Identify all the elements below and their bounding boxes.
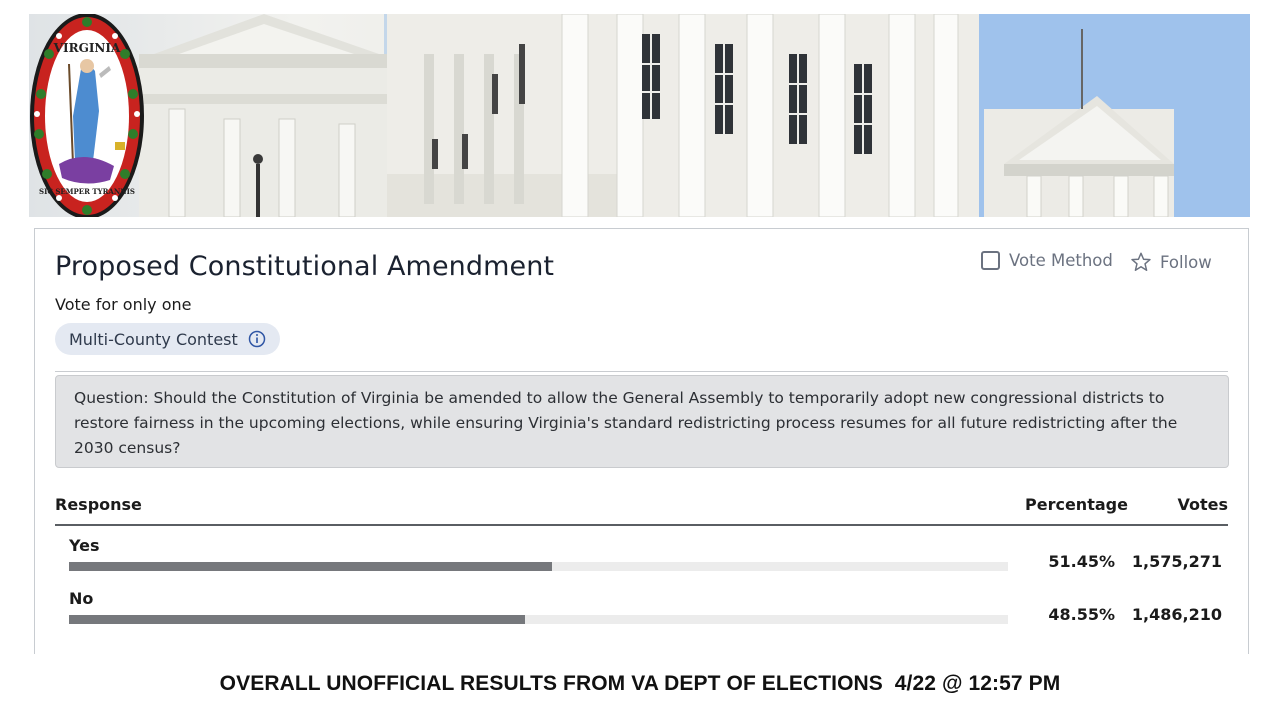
result-label: Yes xyxy=(69,536,100,555)
result-votes: 1,575,271 xyxy=(1131,552,1222,571)
header-response: Response xyxy=(55,495,142,514)
contest-title: Proposed Constitutional Amendment xyxy=(55,251,555,282)
follow-button[interactable]: Follow xyxy=(1130,251,1212,273)
result-votes: 1,486,210 xyxy=(1131,605,1222,624)
result-bar-fill xyxy=(69,615,525,624)
virginia-seal-icon: VIRGINIA SIC SEMPER TYRANNIS xyxy=(30,14,144,217)
seal-text-bottom: SIC SEMPER TYRANNIS xyxy=(39,187,135,196)
divider xyxy=(55,371,1228,372)
vote-method-label: Vote Method xyxy=(1009,251,1113,270)
capitol-building-image xyxy=(139,14,1250,217)
follow-label: Follow xyxy=(1160,252,1212,272)
result-bar-fill xyxy=(69,562,553,571)
footer-caption: OVERALL UNOFFICIAL RESULTS FROM VA DEPT … xyxy=(219,672,1061,695)
star-icon xyxy=(1131,252,1151,271)
result-row-yes: Yes 51.45% 1,575,271 xyxy=(35,536,1248,588)
vote-method-toggle[interactable]: Vote Method xyxy=(981,251,1113,270)
question-text: Question: Should the Constitution of Vir… xyxy=(74,389,1178,457)
header-percentage: Percentage xyxy=(1025,495,1128,514)
result-row-no: No 48.55% 1,486,210 xyxy=(35,589,1248,641)
header-votes: Votes xyxy=(1177,495,1228,514)
vote-for-label: Vote for only one xyxy=(55,295,192,314)
result-bar-track xyxy=(69,615,1008,624)
seal-text-top: VIRGINIA xyxy=(53,41,121,55)
question-box: Question: Should the Constitution of Vir… xyxy=(55,375,1229,468)
info-icon[interactable] xyxy=(248,330,266,348)
result-percentage: 48.55% xyxy=(1048,605,1115,624)
chip-label: Multi-County Contest xyxy=(69,329,238,349)
header-banner: VIRGINIA SIC SEMPER TYRANNIS xyxy=(29,14,1250,217)
result-percentage: 51.45% xyxy=(1048,552,1115,571)
result-bar-track xyxy=(69,562,1008,571)
contest-card: Proposed Constitutional Amendment Vote f… xyxy=(34,228,1249,654)
multi-county-chip[interactable]: Multi-County Contest xyxy=(55,323,280,355)
header-rule xyxy=(55,524,1228,526)
vote-method-checkbox[interactable] xyxy=(981,251,1000,270)
result-label: No xyxy=(69,589,94,608)
